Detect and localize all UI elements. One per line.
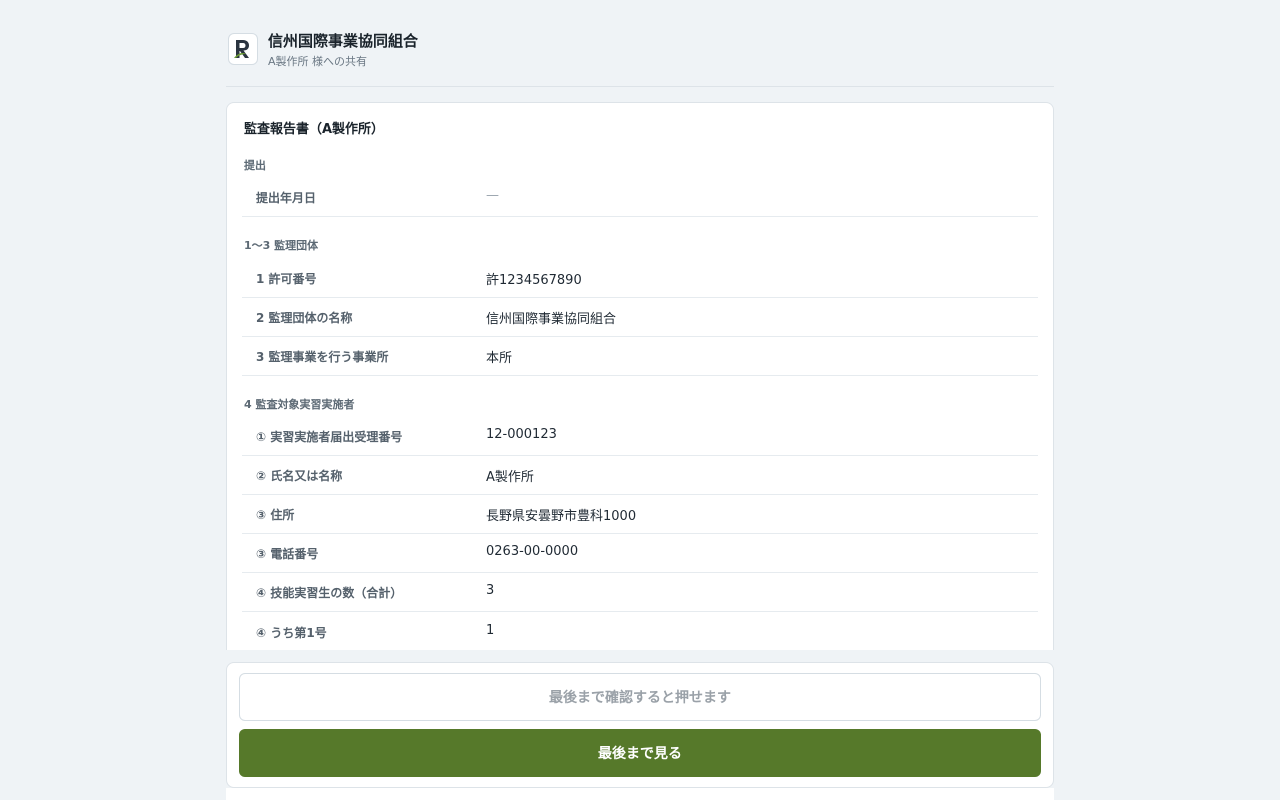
field-value: 許1234567890 <box>486 273 582 288</box>
field-row: 3 監理事業を行う事業所 本所 <box>242 336 1038 376</box>
action-panel: 最後まで確認すると押せます 最後まで見る <box>226 662 1054 788</box>
field-row: ③ 住所 長野県安曇野市豊科1000 <box>242 494 1038 534</box>
page-bottom-edge <box>226 788 1054 800</box>
field-value: 0263-00-0000 <box>486 544 579 559</box>
header: 信州国際事業協同組合 A製作所 様への共有 <box>226 30 1054 87</box>
section-label-submission: 提出 <box>244 159 266 172</box>
field-value: 長野県安曇野市豊科1000 <box>486 509 637 524</box>
field-label: ③ 電話番号 <box>256 547 319 561</box>
org-name: 信州国際事業協同組合 <box>268 32 419 50</box>
field-label: 2 監理団体の名称 <box>256 311 353 325</box>
document-title: 監査報告書（A製作所） <box>244 122 385 137</box>
field-row: ② 氏名又は名称 A製作所 <box>242 455 1038 495</box>
field-row: ③ 電話番号 0263-00-0000 <box>242 533 1038 573</box>
field-value: 本所 <box>486 351 513 366</box>
field-value: 3 <box>486 583 495 598</box>
field-value: — <box>486 188 499 203</box>
field-row: 2 監理団体の名称 信州国際事業協同組合 <box>242 297 1038 337</box>
confirm-button[interactable]: 最後まで確認すると押せます <box>239 673 1041 721</box>
section-label-implementing-org: 4 監査対象実習実施者 <box>244 398 355 411</box>
field-label: ④ 技能実習生の数（合計） <box>256 586 403 600</box>
field-label: 提出年月日 <box>256 191 317 205</box>
field-row: ① 実習実施者届出受理番号 12-000123 <box>242 416 1038 456</box>
org-logo-icon <box>228 33 258 65</box>
share-subtitle: A製作所 様への共有 <box>268 55 368 68</box>
field-value: 信州国際事業協同組合 <box>486 312 617 327</box>
field-row: 提出年月日 — <box>242 177 1038 217</box>
field-value: 12-000123 <box>486 427 557 442</box>
section-label-supervising-org: 1〜3 監理団体 <box>244 239 319 252</box>
field-value: A製作所 <box>486 470 534 485</box>
field-row: ④ 技能実習生の数（合計） 3 <box>242 572 1038 612</box>
scroll-to-end-button[interactable]: 最後まで見る <box>239 729 1041 777</box>
field-row: 1 許可番号 許1234567890 <box>242 258 1038 298</box>
field-label: 3 監理事業を行う事業所 <box>256 350 389 364</box>
field-row: ④ うち第1号 1 <box>242 612 1038 650</box>
field-label: ④ うち第1号 <box>256 626 327 640</box>
field-value: 1 <box>486 623 495 638</box>
field-label: ② 氏名又は名称 <box>256 469 343 483</box>
field-label: 1 許可番号 <box>256 272 317 286</box>
document-card[interactable]: 監査報告書（A製作所） 提出 提出年月日 — 1〜3 監理団体 1 許可番号 許… <box>226 102 1054 650</box>
field-label: ③ 住所 <box>256 508 295 522</box>
field-label: ① 実習実施者届出受理番号 <box>256 430 403 444</box>
